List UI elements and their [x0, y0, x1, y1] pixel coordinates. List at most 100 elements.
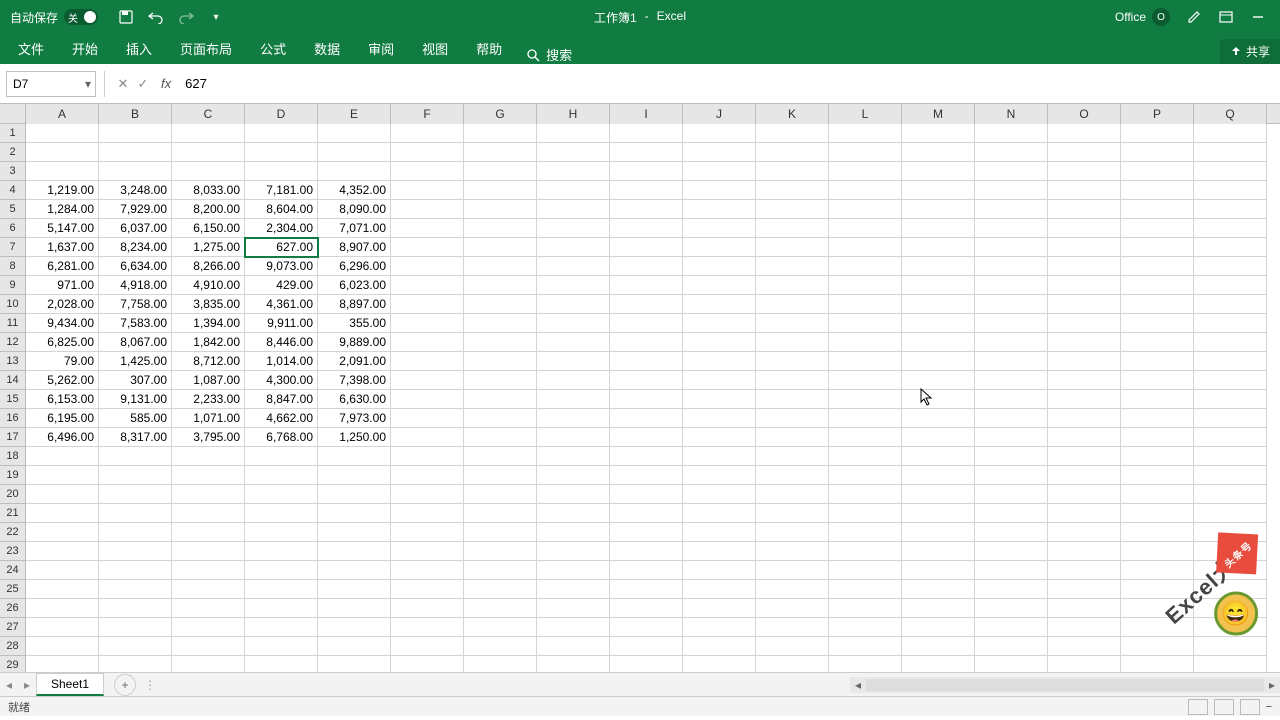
cell[interactable] [975, 276, 1048, 295]
cell[interactable]: 7,758.00 [99, 295, 172, 314]
cell[interactable] [1048, 390, 1121, 409]
cell[interactable] [683, 238, 756, 257]
cell[interactable] [683, 257, 756, 276]
cell[interactable] [756, 124, 829, 143]
cell[interactable] [537, 257, 610, 276]
cell[interactable] [99, 124, 172, 143]
cell[interactable] [245, 124, 318, 143]
cell[interactable] [1048, 485, 1121, 504]
cell[interactable] [537, 314, 610, 333]
cell[interactable] [610, 504, 683, 523]
column-header[interactable]: K [756, 104, 829, 124]
cell[interactable] [464, 314, 537, 333]
cell[interactable] [464, 485, 537, 504]
cell[interactable] [902, 428, 975, 447]
cell[interactable] [1194, 409, 1267, 428]
autosave-toggle[interactable]: 自动保存 关 [0, 9, 108, 26]
cell[interactable] [829, 257, 902, 276]
cell[interactable] [683, 542, 756, 561]
cell[interactable] [975, 257, 1048, 276]
cell[interactable] [172, 542, 245, 561]
search-box[interactable]: 搜索 [526, 45, 572, 64]
column-header[interactable]: M [902, 104, 975, 124]
cell[interactable] [537, 523, 610, 542]
cell[interactable]: 6,150.00 [172, 219, 245, 238]
cell[interactable] [683, 219, 756, 238]
cell[interactable] [1121, 371, 1194, 390]
cell[interactable] [1121, 618, 1194, 637]
cell[interactable] [99, 618, 172, 637]
cell[interactable] [26, 124, 99, 143]
cell[interactable]: 9,911.00 [245, 314, 318, 333]
cell[interactable] [975, 523, 1048, 542]
cell[interactable] [172, 124, 245, 143]
cell[interactable] [902, 143, 975, 162]
row-header[interactable]: 17 [0, 428, 26, 447]
view-normal-icon[interactable] [1188, 699, 1208, 715]
cell[interactable] [902, 352, 975, 371]
cell[interactable] [391, 143, 464, 162]
cell[interactable] [464, 390, 537, 409]
cell[interactable] [99, 561, 172, 580]
cell[interactable] [99, 656, 172, 672]
cell[interactable]: 4,352.00 [318, 181, 391, 200]
row-header[interactable]: 13 [0, 352, 26, 371]
cell[interactable] [610, 485, 683, 504]
cell[interactable] [537, 428, 610, 447]
column-header[interactable]: J [683, 104, 756, 124]
cell[interactable] [1121, 409, 1194, 428]
cell[interactable]: 2,304.00 [245, 219, 318, 238]
cell[interactable] [683, 162, 756, 181]
cell[interactable] [756, 656, 829, 672]
cell[interactable] [391, 124, 464, 143]
cell[interactable] [683, 371, 756, 390]
cell[interactable] [1048, 314, 1121, 333]
cell[interactable] [610, 162, 683, 181]
cell[interactable] [829, 656, 902, 672]
cell[interactable] [245, 599, 318, 618]
cell[interactable] [1048, 656, 1121, 672]
cell[interactable]: 8,234.00 [99, 238, 172, 257]
cell[interactable] [391, 371, 464, 390]
cell[interactable] [464, 561, 537, 580]
cell[interactable] [756, 580, 829, 599]
cell[interactable]: 8,317.00 [99, 428, 172, 447]
cell[interactable] [245, 542, 318, 561]
cell[interactable] [172, 656, 245, 672]
cell[interactable]: 307.00 [99, 371, 172, 390]
toggle-track[interactable]: 关 [64, 9, 98, 25]
cell[interactable] [683, 409, 756, 428]
row-header[interactable]: 15 [0, 390, 26, 409]
cell[interactable] [245, 618, 318, 637]
cell[interactable] [610, 181, 683, 200]
cell[interactable]: 1,071.00 [172, 409, 245, 428]
cell[interactable] [756, 637, 829, 656]
cell[interactable] [902, 371, 975, 390]
cell[interactable] [1194, 656, 1267, 672]
qat-dropdown-icon[interactable]: ▾ [208, 9, 224, 25]
cell[interactable] [902, 523, 975, 542]
cell[interactable] [391, 542, 464, 561]
cell[interactable] [391, 504, 464, 523]
row-header[interactable]: 23 [0, 542, 26, 561]
cell[interactable] [1194, 219, 1267, 238]
cell[interactable] [1194, 352, 1267, 371]
row-header[interactable]: 7 [0, 238, 26, 257]
cell[interactable] [537, 542, 610, 561]
cell[interactable] [1194, 599, 1267, 618]
column-header[interactable]: O [1048, 104, 1121, 124]
cell[interactable] [26, 523, 99, 542]
cell[interactable] [829, 295, 902, 314]
cell[interactable] [610, 447, 683, 466]
cell[interactable] [1194, 276, 1267, 295]
cell[interactable] [172, 637, 245, 656]
cell[interactable] [537, 181, 610, 200]
zoom-out-icon[interactable]: − [1266, 701, 1272, 713]
cell[interactable] [756, 238, 829, 257]
cell[interactable] [1194, 447, 1267, 466]
cell[interactable] [610, 580, 683, 599]
tab-file[interactable]: 文件 [4, 33, 58, 64]
cell[interactable] [683, 124, 756, 143]
cell[interactable] [756, 485, 829, 504]
row-header[interactable]: 4 [0, 181, 26, 200]
